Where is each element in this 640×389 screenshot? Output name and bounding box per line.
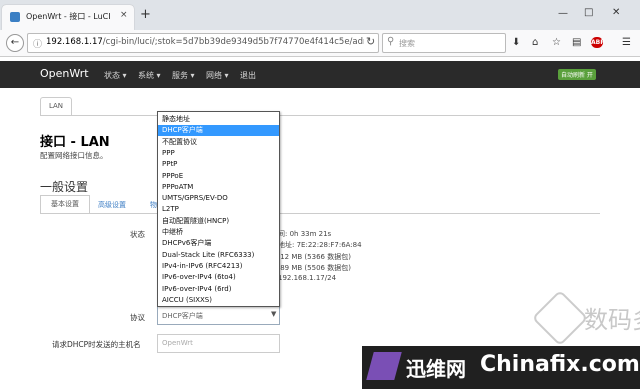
tab-lan[interactable]: LAN xyxy=(40,97,72,116)
protocol-option[interactable]: PPPoATM xyxy=(158,182,279,193)
protocol-dropdown-list: 静态地址 DHCP客户端 不配置协议 PPP PPtP PPPoE PPPoATM UMTS/… xyxy=(157,111,280,307)
info-icon[interactable]: ⓘ xyxy=(33,37,42,50)
menu-status[interactable]: 状态 ▾ xyxy=(104,70,127,81)
maximize-icon[interactable]: □ xyxy=(584,7,593,18)
abp-icon[interactable]: ABP xyxy=(591,37,605,48)
watermark-bar-cn: 迅维网 xyxy=(406,357,466,381)
protocol-select[interactable]: DHCP客户端 ▼ xyxy=(157,306,280,325)
protocol-option[interactable]: Dual-Stack Lite (RFC6333) xyxy=(158,250,279,261)
protocol-option[interactable]: AICCU (SIXXS) xyxy=(158,295,279,306)
status-ipv4: 192.168.1.17/24 xyxy=(278,274,337,282)
protocol-value: DHCP客户端 xyxy=(162,312,203,320)
status-label: 状态 xyxy=(130,230,145,239)
browser-tab-bar: OpenWrt - 接口 - LuCI × + — □ ✕ xyxy=(0,0,640,30)
tabs-divider xyxy=(40,115,600,116)
watermark-logo-icon xyxy=(531,289,589,347)
star-icon[interactable]: ☆ xyxy=(552,37,561,48)
minimize-icon[interactable]: — xyxy=(558,8,568,19)
luci-header: OpenWrt 状态 ▾ 系统 ▾ 服务 ▾ 网络 ▾ 退出 自动刷新 开 xyxy=(0,61,640,88)
hostname-label: 请求DHCP时发送的主机名 xyxy=(52,340,141,349)
menu-logout[interactable]: 退出 xyxy=(240,70,256,81)
tab-advanced-settings[interactable]: 高级设置 xyxy=(98,200,126,210)
url-text[interactable]: 192.168.1.17/cgi-bin/luci/;stok=5d7bb39d… xyxy=(46,37,364,47)
protocol-option[interactable]: IPv6-over-IPv4 (6rd) xyxy=(158,284,279,295)
protocol-option[interactable]: 中继桥 xyxy=(158,227,279,238)
protocol-option[interactable]: 自动配置隧道(HNCP) xyxy=(158,216,279,227)
section-title: 一般设置 xyxy=(40,180,89,194)
favicon-icon xyxy=(10,12,20,22)
menu-services[interactable]: 服务 ▾ xyxy=(172,70,195,81)
browser-tab[interactable]: OpenWrt - 接口 - LuCI × xyxy=(2,5,134,30)
window-close-icon[interactable]: ✕ xyxy=(612,7,620,18)
brand-logo[interactable]: OpenWrt xyxy=(40,67,89,80)
protocol-option[interactable]: 静态地址 xyxy=(158,114,279,125)
url-bar[interactable]: ⓘ 192.168.1.17/cgi-bin/luci/;stok=5d7bb3… xyxy=(27,33,379,53)
home-icon[interactable]: ⌂ xyxy=(532,37,538,48)
status-rx: .12 MB (5366 数据包) xyxy=(278,253,351,261)
page-title: 接口 - LAN xyxy=(40,135,110,150)
tab-physical-settings[interactable]: 物 xyxy=(150,200,157,210)
watermark-bar: 迅维网 Chinafix.com xyxy=(362,346,640,389)
browser-nav-bar: ← ⓘ 192.168.1.17/cgi-bin/luci/;stok=5d7b… xyxy=(0,30,640,57)
protocol-option[interactable]: DHCP客户端 xyxy=(158,125,279,137)
search-icon: ⚲ xyxy=(387,36,395,47)
protocol-option[interactable]: PPP xyxy=(158,148,279,159)
url-host: 192.168.1.17 xyxy=(46,37,103,47)
reload-icon[interactable]: ↻ xyxy=(366,35,375,48)
search-placeholder: 搜索 xyxy=(399,39,415,48)
status-tx: .89 MB (5506 数据包) xyxy=(278,264,351,272)
status-uptime: 间: 0h 33m 21s xyxy=(278,230,332,238)
hostname-placeholder: OpenWrt xyxy=(162,339,193,347)
protocol-option[interactable]: PPPoE xyxy=(158,171,279,182)
protocol-option[interactable]: UMTS/GPRS/EV-DO xyxy=(158,193,279,204)
library-icon[interactable]: ▤ xyxy=(572,37,581,48)
close-tab-icon[interactable]: × xyxy=(120,10,128,20)
url-path: /cgi-bin/luci/;stok=5d7bb39de9349d5b7f74… xyxy=(102,37,364,47)
subtabs-divider xyxy=(40,213,600,214)
protocol-label: 协议 xyxy=(130,313,145,322)
status-mac: 地址: 7E:22:28:F7:6A:84 xyxy=(278,241,362,249)
chinafix-logo-icon xyxy=(366,352,402,380)
hostname-input[interactable]: OpenWrt xyxy=(157,334,280,353)
download-icon[interactable]: ⬇ xyxy=(512,37,520,48)
menu-icon[interactable]: ☰ xyxy=(622,37,631,48)
menu-network[interactable]: 网络 ▾ xyxy=(206,70,229,81)
watermark-bar-en: Chinafix.com xyxy=(480,352,640,377)
chevron-down-icon: ▼ xyxy=(271,310,277,318)
protocol-option[interactable]: IPv4-in-IPv6 (RFC4213) xyxy=(158,261,279,272)
watermark-text: 数码多 xyxy=(584,306,640,334)
search-bar[interactable]: ⚲ 搜索 xyxy=(382,33,506,53)
page-description: 配置网络接口信息。 xyxy=(40,151,108,160)
menu-system[interactable]: 系统 ▾ xyxy=(138,70,161,81)
protocol-option[interactable]: IPv6-over-IPv4 (6to4) xyxy=(158,272,279,283)
auto-refresh-badge[interactable]: 自动刷新 开 xyxy=(558,69,596,80)
new-tab-button[interactable]: + xyxy=(140,8,151,21)
protocol-option[interactable]: DHCPv6客户端 xyxy=(158,238,279,249)
protocol-option[interactable]: 不配置协议 xyxy=(158,137,279,148)
tab-basic-settings[interactable]: 基本设置 xyxy=(40,195,90,214)
protocol-option[interactable]: PPtP xyxy=(158,159,279,170)
back-arrow-icon[interactable]: ← xyxy=(6,34,24,52)
tab-title: OpenWrt - 接口 - LuCI xyxy=(26,12,111,21)
protocol-option[interactable]: L2TP xyxy=(158,204,279,215)
